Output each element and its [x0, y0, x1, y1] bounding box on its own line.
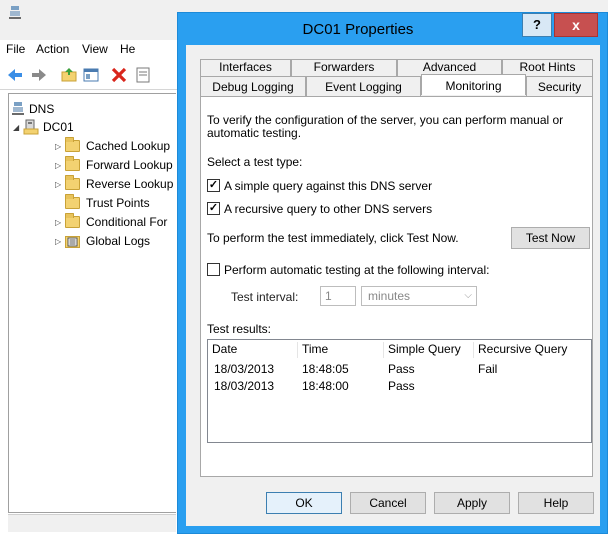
- help-title-button[interactable]: ?: [522, 13, 552, 37]
- dns-app-icon: [9, 6, 21, 19]
- tree-item-conditional-forwarders[interactable]: ▷ Conditional For: [55, 213, 167, 231]
- tree-item-reverse-lookup[interactable]: ▷ Reverse Lookup: [55, 175, 173, 193]
- tree-label: Cached Lookup: [86, 139, 171, 153]
- tree-item-global-logs[interactable]: ▷ Global Logs: [55, 232, 150, 250]
- tree-label: Forward Lookup: [86, 158, 173, 172]
- dialog-title: DC01 Properties: [302, 21, 414, 38]
- back-arrow-icon[interactable]: [6, 66, 24, 84]
- tab-monitoring[interactable]: Monitoring: [421, 74, 526, 95]
- collapsed-triangle-icon[interactable]: ▷: [55, 161, 65, 170]
- tab-security[interactable]: Security: [526, 76, 593, 97]
- menu-help[interactable]: He: [120, 42, 135, 56]
- menu-view[interactable]: View: [82, 42, 108, 56]
- menu-action[interactable]: Action: [36, 42, 69, 56]
- forward-arrow-icon[interactable]: [30, 66, 48, 84]
- status-bar: [8, 514, 176, 532]
- tree-label: Reverse Lookup: [86, 177, 174, 191]
- tree-item-cached-lookups[interactable]: ▷ Cached Lookup: [55, 137, 170, 155]
- up-folder-icon[interactable]: [60, 66, 78, 84]
- tab-event-logging[interactable]: Event Logging: [306, 76, 421, 97]
- close-button[interactable]: x: [554, 13, 598, 37]
- tree-item-forward-lookup[interactable]: ▷ Forward Lookup: [55, 156, 173, 174]
- tree-item-trust-points[interactable]: Trust Points: [65, 194, 150, 212]
- menu-bar: File Action View He: [0, 40, 200, 58]
- collapsed-triangle-icon[interactable]: ▷: [55, 237, 65, 246]
- folder-icon: [65, 156, 80, 171]
- collapsed-triangle-icon[interactable]: ▷: [55, 180, 65, 189]
- collapsed-triangle-icon[interactable]: ▷: [55, 218, 65, 227]
- tree-label: Conditional For: [86, 215, 168, 229]
- folder-icon: [65, 213, 80, 228]
- tree-label: Trust Points: [86, 196, 150, 210]
- toolbar: [0, 60, 200, 90]
- menu-file[interactable]: File: [6, 42, 25, 56]
- server-icon: [23, 119, 39, 135]
- tab-debug-logging[interactable]: Debug Logging: [200, 76, 306, 97]
- show-hide-console-tree-icon[interactable]: [82, 66, 100, 84]
- tree-item-dns[interactable]: DNS: [11, 100, 54, 118]
- delete-icon[interactable]: [110, 66, 128, 84]
- tree-label-dc01: DC01: [43, 120, 74, 134]
- dns-root-icon: [12, 102, 24, 115]
- tab-interfaces[interactable]: Interfaces: [200, 59, 291, 76]
- monitoring-panel: [200, 96, 593, 477]
- expanded-triangle-icon[interactable]: ◢: [13, 123, 23, 132]
- folder-icon: [65, 137, 80, 152]
- properties-icon[interactable]: [134, 66, 152, 84]
- console-tree: DNS ◢ DC01 ▷ Cached Lookup ▷ Forward Loo…: [8, 93, 176, 513]
- tree-item-dc01[interactable]: ◢ DC01: [13, 118, 74, 136]
- collapsed-triangle-icon[interactable]: ▷: [55, 142, 65, 151]
- folder-icon: [65, 175, 80, 190]
- folder-icon: [65, 194, 80, 209]
- tree-label: Global Logs: [86, 234, 151, 248]
- tree-label-dns: DNS: [29, 102, 55, 116]
- log-folder-icon: [65, 236, 80, 248]
- tab-forwarders[interactable]: Forwarders: [291, 59, 397, 76]
